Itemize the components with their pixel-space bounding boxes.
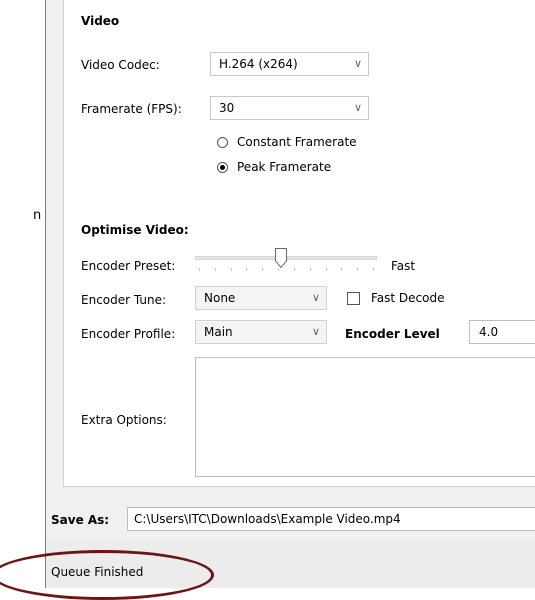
constant-framerate-label[interactable]: Constant Framerate	[237, 135, 357, 149]
slider-tick	[326, 268, 327, 271]
framerate-value: 30	[219, 101, 235, 115]
extra-options-textarea[interactable]	[195, 357, 535, 477]
video-codec-select[interactable]: H.264 (x264) ∨	[210, 52, 369, 76]
encoder-tune-value: None	[204, 291, 236, 305]
slider-tick	[373, 268, 374, 271]
save-as-label: Save As:	[51, 513, 110, 527]
status-highlight-oval	[0, 550, 214, 600]
optimise-section-title: Optimise Video:	[81, 223, 189, 237]
slider-tick	[310, 268, 311, 271]
chevron-down-icon: ∨	[353, 57, 362, 70]
encoder-preset-label: Encoder Preset:	[81, 259, 176, 273]
encoder-tune-label: Encoder Tune:	[81, 293, 167, 307]
slider-tick	[262, 268, 263, 271]
slider-tick	[199, 268, 200, 271]
slider-tick	[231, 268, 232, 271]
encoder-level-value: 4.0	[479, 325, 499, 339]
chevron-down-icon: ∨	[311, 325, 320, 338]
chevron-down-icon: ∨	[353, 101, 362, 114]
encoder-preset-value: Fast	[391, 259, 416, 273]
encoder-level-field[interactable]: 4.0	[469, 320, 535, 344]
save-path-value: C:\Users\ITC\Downloads\Example Video.mp4	[134, 512, 401, 526]
peak-framerate-label[interactable]: Peak Framerate	[237, 160, 331, 174]
video-section-title: Video	[81, 14, 120, 28]
framerate-select[interactable]: 30 ∨	[210, 96, 369, 120]
save-path-input[interactable]: C:\Users\ITC\Downloads\Example Video.mp4	[127, 507, 535, 531]
slider-tick	[246, 268, 247, 271]
slider-tick	[341, 268, 342, 271]
fast-decode-label[interactable]: Fast Decode	[371, 291, 445, 305]
slider-tick	[215, 268, 216, 271]
constant-framerate-radio[interactable]	[217, 137, 228, 148]
slider-tick	[357, 268, 358, 271]
chevron-down-icon: ∨	[311, 291, 320, 304]
encoder-tune-select[interactable]: None ∨	[195, 286, 327, 310]
slider-tick	[294, 268, 295, 271]
extra-options-label: Extra Options:	[81, 413, 167, 427]
fast-decode-checkbox[interactable]	[347, 292, 360, 305]
peak-framerate-radio[interactable]	[217, 162, 228, 173]
encoder-level-label: Encoder Level	[345, 327, 440, 341]
slider-thumb-icon[interactable]	[275, 248, 287, 269]
slider-tick	[278, 268, 279, 271]
encoder-profile-label: Encoder Profile:	[81, 327, 176, 341]
video-codec-value: H.264 (x264)	[219, 57, 298, 71]
framerate-label: Framerate (FPS):	[81, 102, 182, 116]
video-codec-label: Video Codec:	[81, 58, 160, 72]
encoder-profile-value: Main	[204, 325, 233, 339]
encoder-profile-select[interactable]: Main ∨	[195, 320, 327, 344]
edge-fragment-text: n	[33, 208, 42, 223]
encoder-preset-slider[interactable]	[195, 246, 377, 276]
